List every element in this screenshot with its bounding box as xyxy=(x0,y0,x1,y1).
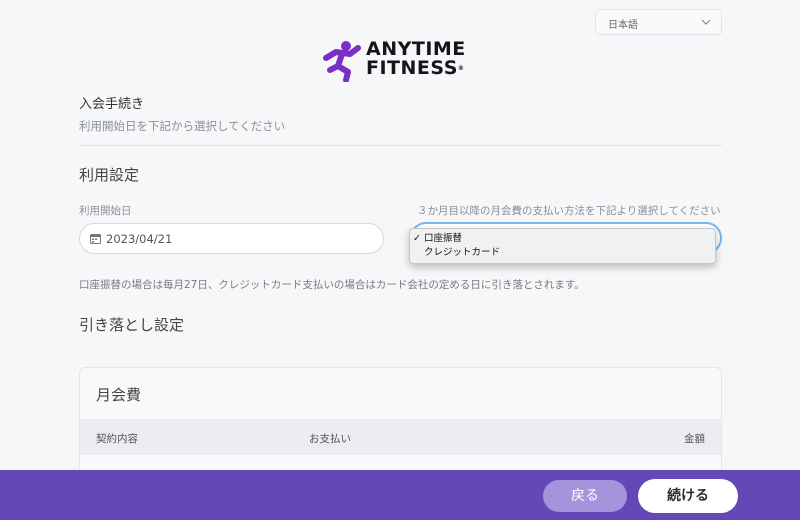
start-date-label: 利用開始日 xyxy=(79,205,132,217)
registered-mark: ® xyxy=(457,65,465,72)
anytime-fitness-logo: ANYTIME FITNESS® xyxy=(322,40,482,82)
payment-option-label: クレジットカード xyxy=(424,247,501,258)
monthly-fee-card: 月会費 契約内容 お支払い 金額 xyxy=(79,367,722,487)
check-icon: ✓ xyxy=(413,233,421,244)
column-amount: 金額 xyxy=(684,433,705,445)
payment-option-label: 口座振替 xyxy=(424,233,463,244)
logo-line2: FITNESS xyxy=(366,57,458,79)
payment-note: 口座振替の場合は毎月27日、クレジットカード支払いの場合はカード会社の定める日に… xyxy=(79,279,585,291)
payment-method-dropdown: ✓ 口座振替 クレジットカード xyxy=(409,228,716,264)
intro-title: 入会手続き xyxy=(79,97,145,112)
monthly-fee-title: 月会費 xyxy=(96,386,142,404)
payment-option-credit-card[interactable]: クレジットカード xyxy=(410,246,715,260)
column-payment: お支払い xyxy=(309,433,351,445)
language-select-value: 日本語 xyxy=(608,20,638,31)
start-date-value: 2023/04/21 xyxy=(106,232,173,246)
usage-heading: 利用設定 xyxy=(79,166,140,184)
calendar-icon xyxy=(90,233,101,247)
running-man-icon xyxy=(323,41,361,82)
payment-method-label: ３か月目以降の月会費の支払い方法を下記より選択してください xyxy=(417,205,721,217)
divider xyxy=(79,145,722,146)
language-select[interactable]: 日本語 xyxy=(595,9,722,35)
chevron-down-icon xyxy=(701,17,711,30)
column-contract: 契約内容 xyxy=(96,433,138,445)
footer-bar: 戻る 続ける xyxy=(0,470,800,520)
continue-button[interactable]: 続ける xyxy=(638,479,738,513)
intro-subtitle: 利用開始日を下記から選択してください xyxy=(79,119,286,133)
debit-heading: 引き落とし設定 xyxy=(79,316,185,334)
fee-table-header: 契約内容 お支払い 金額 xyxy=(80,419,721,455)
start-date-input[interactable]: 2023/04/21 xyxy=(79,223,384,254)
back-button[interactable]: 戻る xyxy=(543,480,627,512)
payment-option-bank-transfer[interactable]: ✓ 口座振替 xyxy=(410,232,715,246)
